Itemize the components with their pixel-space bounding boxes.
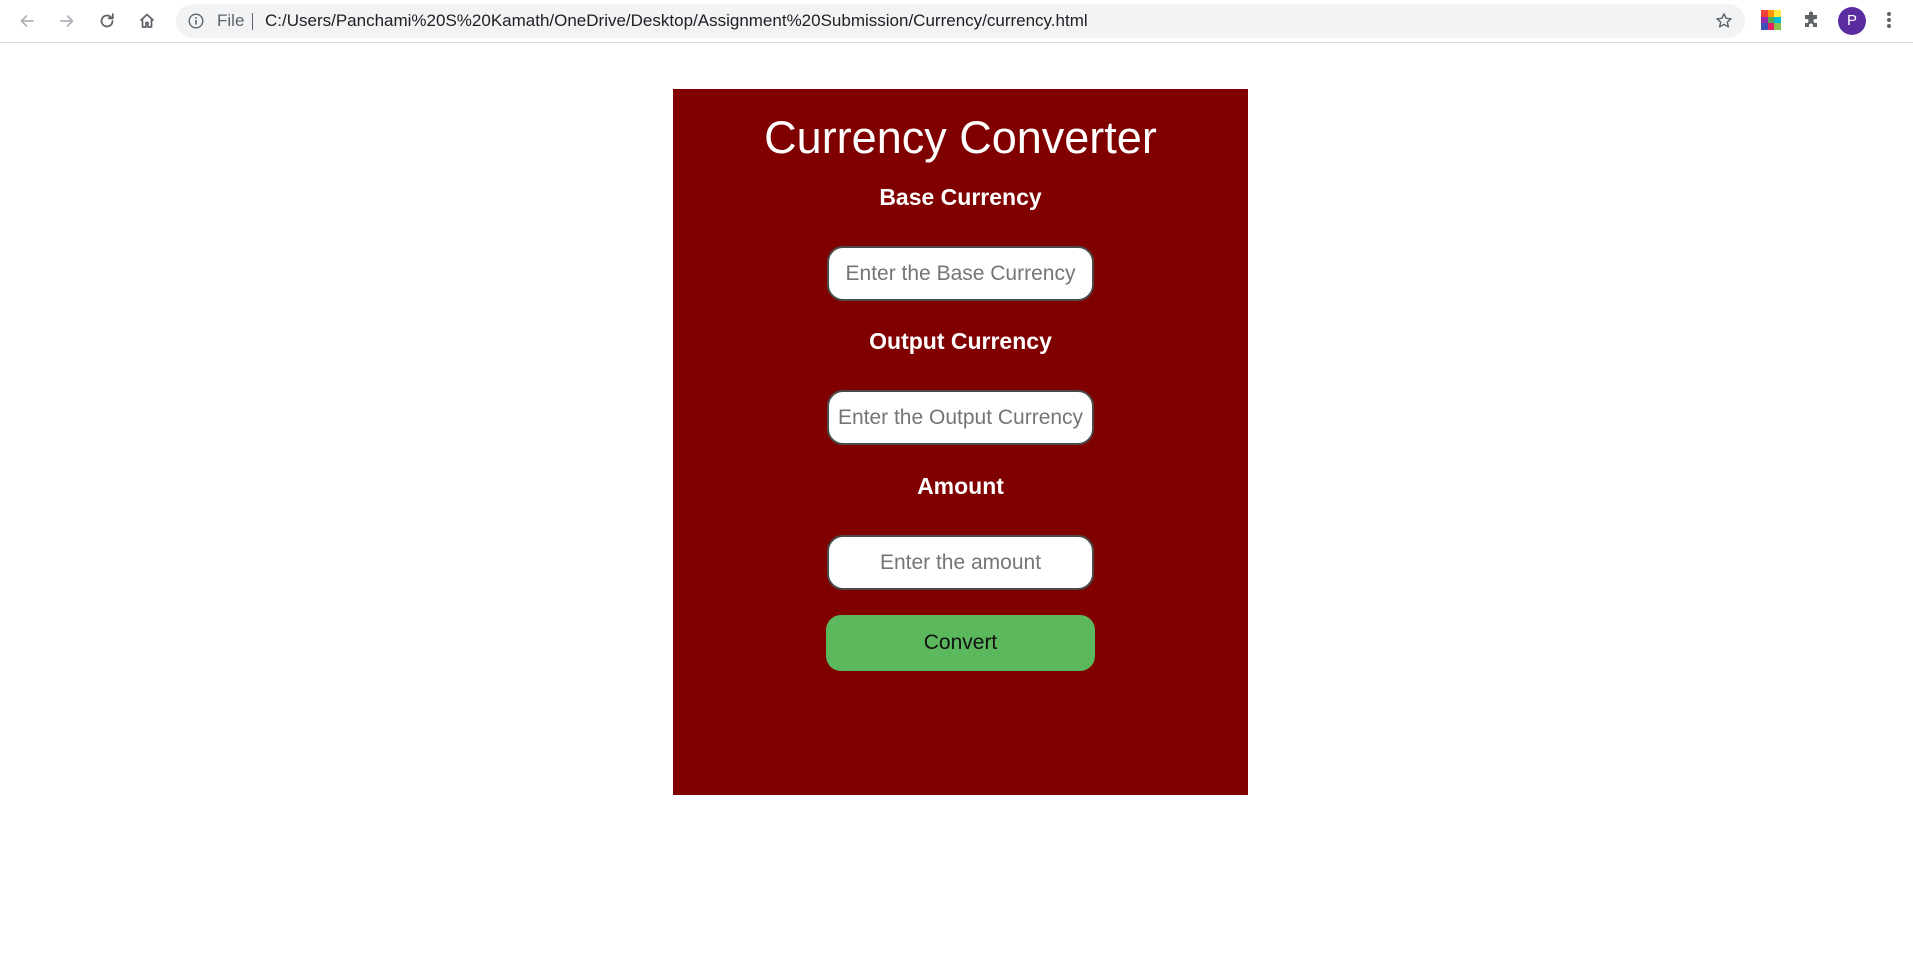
forward-icon — [57, 11, 77, 31]
browser-toolbar: File C:/Users/Panchami%20S%20Kamath/OneD… — [0, 0, 1913, 43]
page-title: Currency Converter — [764, 112, 1157, 163]
info-icon[interactable] — [188, 13, 204, 29]
puzzle-icon[interactable] — [1801, 9, 1823, 31]
home-button[interactable] — [132, 6, 162, 36]
kebab-menu-icon[interactable] — [1884, 9, 1894, 31]
url-scheme-label: File — [217, 11, 245, 30]
converter-card: Currency Converter Base Currency Output … — [673, 89, 1248, 795]
back-button[interactable] — [12, 6, 42, 36]
extension-icon[interactable] — [1761, 10, 1781, 30]
output-currency-label: Output Currency — [869, 328, 1052, 354]
base-currency-input[interactable] — [827, 246, 1094, 301]
back-icon — [17, 11, 37, 31]
base-currency-label: Base Currency — [879, 184, 1042, 210]
address-bar[interactable]: File C:/Users/Panchami%20S%20Kamath/OneD… — [176, 4, 1745, 38]
url-separator — [252, 13, 253, 30]
convert-button[interactable]: Convert — [826, 615, 1095, 671]
amount-label: Amount — [917, 473, 1004, 499]
amount-input[interactable] — [827, 535, 1094, 590]
reload-button[interactable] — [92, 6, 122, 36]
url-text[interactable]: C:/Users/Panchami%20S%20Kamath/OneDrive/… — [265, 4, 1088, 38]
forward-button[interactable] — [52, 6, 82, 36]
reload-icon — [97, 11, 117, 31]
profile-avatar[interactable]: P — [1838, 7, 1866, 35]
home-icon — [137, 11, 157, 31]
output-currency-input[interactable] — [827, 390, 1094, 445]
bookmark-star-icon[interactable] — [1715, 12, 1733, 35]
